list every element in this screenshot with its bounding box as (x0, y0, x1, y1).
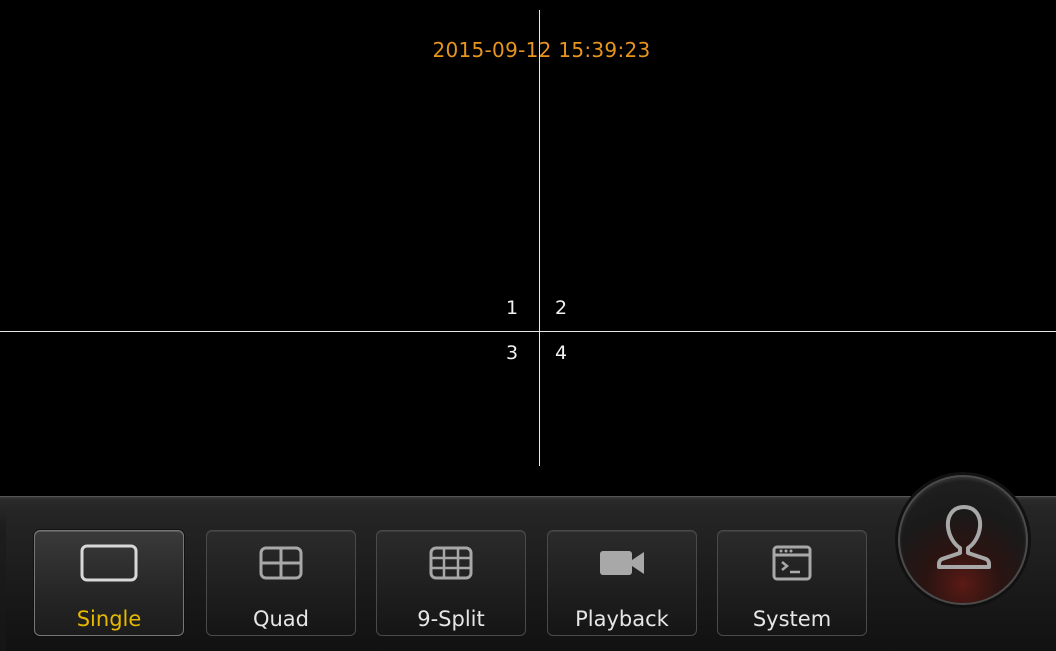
grid-divider-vertical (539, 10, 540, 466)
playback-label: Playback (575, 607, 669, 631)
terminal-window-icon (762, 543, 822, 583)
quad-view-icon (251, 543, 311, 583)
system-button[interactable]: System (717, 530, 867, 636)
channel-label-2: 2 (555, 297, 568, 319)
nine-split-label: 9-Split (417, 607, 485, 631)
single-view-icon (79, 543, 139, 583)
user-icon (934, 501, 994, 571)
playback-button[interactable]: Playback (547, 530, 697, 636)
channel-label-1: 1 (506, 297, 519, 319)
system-label: System (752, 607, 832, 631)
channel-label-4: 4 (555, 342, 568, 364)
video-viewport[interactable]: 2015-09-12 15:39:23 1 2 3 4 (0, 0, 1056, 496)
channel-label-3: 3 (506, 342, 519, 364)
single-view-button[interactable]: Single (34, 530, 184, 636)
quad-view-button[interactable]: Quad (206, 530, 356, 636)
single-view-label: Single (76, 607, 142, 631)
user-button[interactable] (898, 475, 1028, 605)
bottom-toolbar: Single Quad 9-Split Playback System (0, 496, 1056, 651)
nine-split-icon (421, 543, 481, 583)
timestamp: 2015-09-12 15:39:23 (432, 38, 651, 62)
nine-split-button[interactable]: 9-Split (376, 530, 526, 636)
grid-divider-horizontal (0, 331, 1056, 332)
quad-view-label: Quad (252, 607, 310, 631)
video-camera-icon (592, 543, 652, 583)
